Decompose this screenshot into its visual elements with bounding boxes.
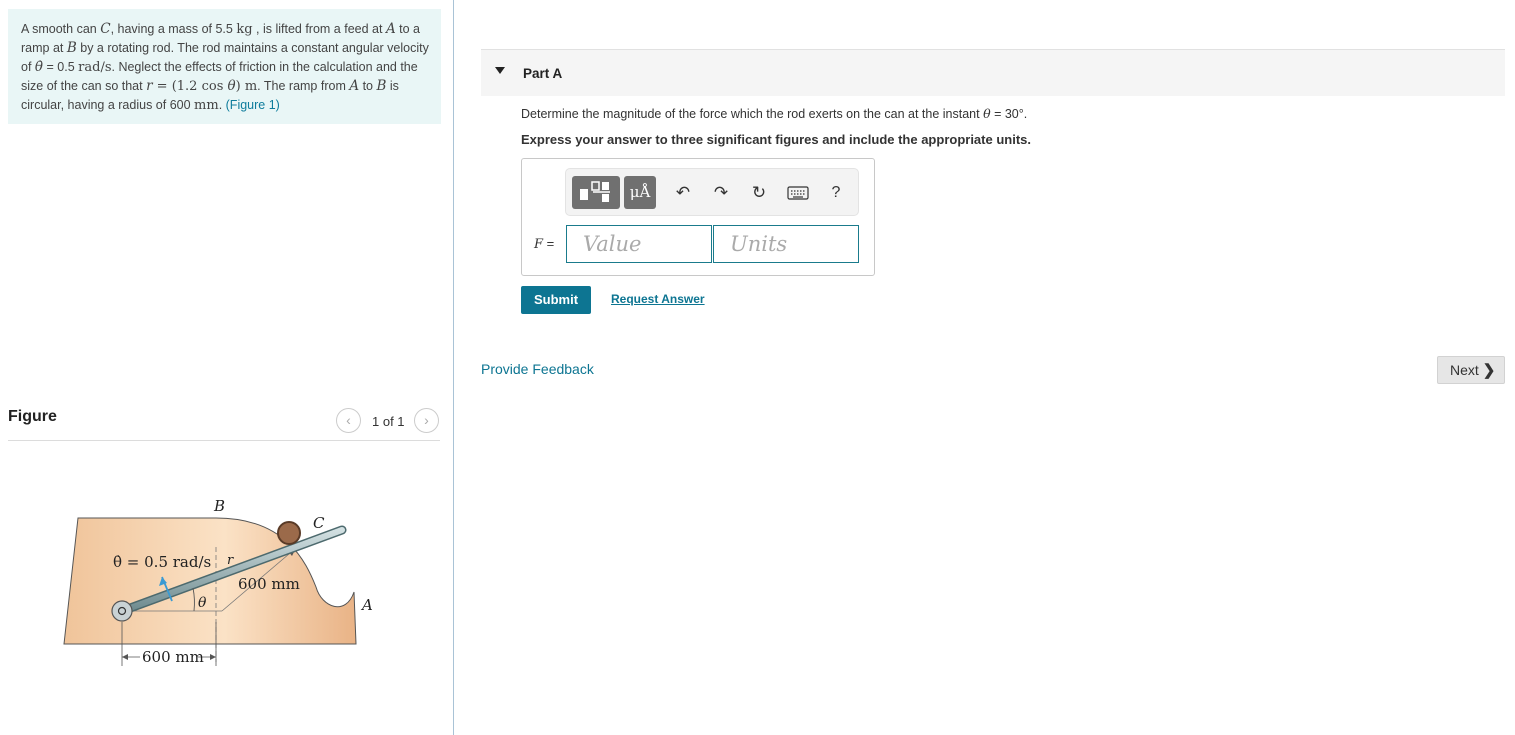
next-label: Next (1450, 362, 1479, 378)
question-text: Determine the magnitude of the force whi… (521, 106, 1027, 121)
templates-button[interactable] (572, 176, 620, 209)
next-figure-icon[interactable]: › (414, 408, 439, 433)
label-a: A (360, 596, 373, 614)
reset-icon[interactable]: ↻ (748, 182, 770, 204)
problem-symbol: A (349, 77, 360, 94)
problem-symbol: B (66, 40, 77, 57)
units-button[interactable]: μÅ (624, 176, 656, 209)
templates-icon (580, 181, 610, 202)
caret-down-icon[interactable] (495, 67, 505, 74)
problem-text: to (359, 78, 377, 93)
label-c: C (313, 514, 325, 532)
problem-unit: rad/s (78, 59, 112, 75)
problem-symbol: B (376, 77, 387, 94)
question-text-part: = 30°. (990, 107, 1028, 121)
keyboard-glyph (787, 186, 809, 200)
problem-text: . The ramp from (257, 78, 350, 93)
label-b: B (213, 497, 225, 515)
label-r: r (227, 553, 234, 568)
keyboard-icon[interactable] (786, 182, 810, 204)
figure-count: 1 of 1 (372, 414, 405, 429)
problem-unit: mm (194, 98, 219, 114)
figure-link[interactable]: (Figure 1) (226, 98, 280, 112)
units-input[interactable]: Units (713, 225, 859, 263)
submit-button[interactable]: Submit (521, 286, 591, 314)
label-dimension: 600 mm (142, 648, 204, 666)
figure-diagram: B C A r θ θ̇ = 0.5 rad/s 600 mm 600 mm (63, 497, 373, 666)
problem-symbol: θ (227, 77, 236, 94)
problem-symbol: θ̇ (34, 58, 44, 75)
problem-text: , is lifted from a feed at (252, 22, 386, 36)
pivot (111, 600, 133, 622)
part-header[interactable]: Part A (481, 49, 1505, 96)
problem-text: , having a mass of 5.5 (110, 22, 237, 36)
right-panel: Part A Determine the magnitude of the fo… (454, 0, 1515, 735)
chevron-right-icon: ❯ (1482, 362, 1496, 379)
left-panel: A smooth can C, having a mass of 5.5 kg … (0, 0, 453, 735)
problem-text: . (218, 98, 226, 113)
previous-figure-icon[interactable]: ‹ (336, 408, 361, 433)
math-toolbar: μÅ ↶ ↷ ↻ ? (565, 168, 859, 216)
figure-header: Figure ‹ 1 of 1 › (8, 406, 440, 441)
can (277, 521, 301, 545)
answer-equals: = (543, 236, 555, 251)
problem-statement: A smooth can C, having a mass of 5.5 kg … (8, 9, 441, 124)
label-radius: 600 mm (238, 575, 300, 593)
help-icon[interactable]: ? (825, 182, 847, 204)
answer-box: μÅ ↶ ↷ ↻ ? F = Value Units (521, 158, 875, 276)
question-symbol: θ (983, 106, 991, 121)
label-theta: θ (198, 595, 207, 611)
question-text-part: Determine the magnitude of the force whi… (521, 107, 984, 121)
instruction-text: Express your answer to three significant… (521, 132, 1031, 147)
value-input[interactable]: Value (566, 225, 712, 263)
problem-unit: ) m (235, 78, 258, 94)
problem-text: = 0.5 (43, 59, 79, 74)
part-title: Part A (523, 66, 563, 81)
answer-symbol: F (534, 237, 544, 252)
problem-unit: = (1.2 cos (152, 78, 228, 94)
request-answer-link[interactable]: Request Answer (611, 292, 705, 306)
answer-label: F = (534, 236, 554, 252)
problem-unit: kg (236, 22, 253, 37)
problem-symbol: C (100, 21, 111, 37)
problem-symbol: A (385, 21, 396, 37)
next-button[interactable]: Next ❯ (1437, 356, 1505, 384)
redo-icon[interactable]: ↷ (710, 182, 732, 204)
problem-text: A smooth can (21, 22, 101, 36)
figure-title: Figure (8, 408, 57, 425)
label-angular-velocity: θ̇ = 0.5 rad/s (113, 553, 211, 571)
provide-feedback-link[interactable]: Provide Feedback (481, 361, 594, 377)
undo-icon[interactable]: ↶ (672, 182, 694, 204)
